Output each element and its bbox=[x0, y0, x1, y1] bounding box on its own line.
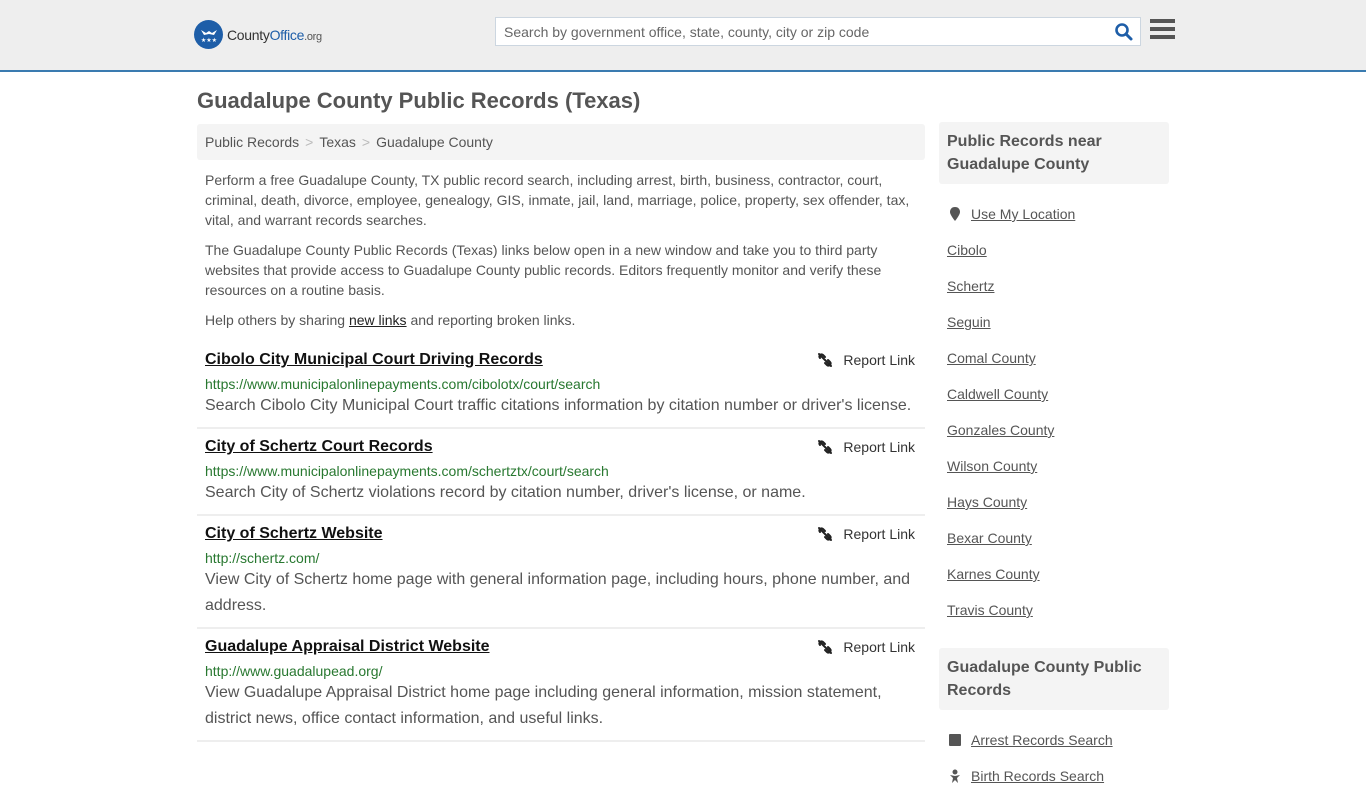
county-records-block: Guadalupe County Public Records Arrest R… bbox=[939, 648, 1169, 794]
page-title: Guadalupe County Public Records (Texas) bbox=[197, 88, 641, 113]
nearby-item: Cibolo bbox=[947, 232, 1161, 268]
result-title-link[interactable]: City of Schertz Court Records bbox=[205, 437, 433, 457]
report-link-button[interactable]: Report Link bbox=[817, 639, 915, 655]
site-logo[interactable]: ★★★ CountyOffice.org bbox=[194, 20, 322, 49]
nearby-link-gonzales-county[interactable]: Gonzales County bbox=[947, 422, 1054, 438]
result-url: http://www.guadalupead.org/ bbox=[205, 663, 383, 679]
broken-link-icon bbox=[818, 353, 833, 367]
breadcrumb-guadalupe-county[interactable]: Guadalupe County bbox=[376, 134, 493, 150]
arrest-records-link[interactable]: Arrest Records Search bbox=[971, 732, 1113, 748]
nearby-link-wilson-county[interactable]: Wilson County bbox=[947, 458, 1037, 474]
result-item: Cibolo City Municipal Court Driving Reco… bbox=[197, 342, 925, 429]
nearby-link-schertz[interactable]: Schertz bbox=[947, 278, 994, 294]
nearby-link-hays-county[interactable]: Hays County bbox=[947, 494, 1027, 510]
breadcrumb-texas[interactable]: Texas bbox=[319, 134, 356, 150]
breadcrumb: Public Records > Texas > Guadalupe County bbox=[197, 124, 925, 160]
breadcrumb-public-records[interactable]: Public Records bbox=[205, 134, 299, 150]
broken-link-icon bbox=[818, 640, 833, 654]
nearby-item: Karnes County bbox=[947, 556, 1161, 592]
intro-paragraph: Help others by sharing new links and rep… bbox=[205, 312, 576, 328]
logo-text: CountyOffice.org bbox=[227, 26, 322, 43]
result-url: https://www.municipalonlinepayments.com/… bbox=[205, 463, 609, 479]
use-location-item: Use My Location bbox=[947, 196, 1161, 232]
nearby-heading: Public Records near Guadalupe County bbox=[939, 122, 1169, 184]
nearby-item: Seguin bbox=[947, 304, 1161, 340]
broken-link-icon bbox=[818, 440, 833, 454]
result-description: Search City of Schertz violations record… bbox=[205, 484, 806, 501]
search-button[interactable] bbox=[1114, 22, 1134, 42]
baby-icon bbox=[947, 769, 963, 783]
eagle-stars-icon: ★★★ bbox=[194, 20, 223, 49]
results-list: Cibolo City Municipal Court Driving Reco… bbox=[197, 342, 925, 742]
nearby-item: Hays County bbox=[947, 484, 1161, 520]
nearby-link-cibolo[interactable]: Cibolo bbox=[947, 242, 987, 258]
result-description: View City of Schertz home page with gene… bbox=[205, 571, 911, 614]
result-title-link[interactable]: Cibolo City Municipal Court Driving Reco… bbox=[205, 350, 543, 370]
nearby-link-comal-county[interactable]: Comal County bbox=[947, 350, 1036, 366]
broken-link-icon bbox=[818, 527, 833, 541]
nearby-link-seguin[interactable]: Seguin bbox=[947, 314, 991, 330]
result-url: https://www.municipalonlinepayments.com/… bbox=[205, 376, 601, 392]
breadcrumb-separator: > bbox=[305, 134, 314, 150]
nearby-item: Schertz bbox=[947, 268, 1161, 304]
nearby-item: Travis County bbox=[947, 592, 1161, 628]
result-item: City of Schertz Court Records Report Lin… bbox=[197, 429, 925, 516]
breadcrumb-separator: > bbox=[361, 134, 371, 150]
map-pin-icon bbox=[947, 207, 963, 221]
intro-paragraph: Perform a free Guadalupe County, TX publ… bbox=[205, 172, 910, 228]
nearby-link-bexar-county[interactable]: Bexar County bbox=[947, 530, 1032, 546]
report-link-button[interactable]: Report Link bbox=[817, 526, 915, 542]
square-icon bbox=[947, 734, 963, 746]
result-url: http://schertz.com/ bbox=[205, 550, 320, 566]
report-link-button[interactable]: Report Link bbox=[817, 352, 915, 368]
svg-text:★★★: ★★★ bbox=[200, 37, 216, 44]
result-title-link[interactable]: City of Schertz Website bbox=[205, 524, 383, 544]
records-item: Arrest Records Search bbox=[947, 722, 1161, 758]
birth-records-link[interactable]: Birth Records Search bbox=[971, 768, 1104, 784]
nearby-item: Caldwell County bbox=[947, 376, 1161, 412]
report-link-button[interactable]: Report Link bbox=[817, 439, 915, 455]
county-records-list: Arrest Records Search Birth Records Sear… bbox=[939, 710, 1169, 794]
result-item: Guadalupe Appraisal District Website Rep… bbox=[197, 629, 925, 742]
nearby-link-karnes-county[interactable]: Karnes County bbox=[947, 566, 1040, 582]
search-icon bbox=[1115, 23, 1133, 41]
intro-text: Perform a free Guadalupe County, TX publ… bbox=[205, 170, 920, 340]
site-header: ★★★ CountyOffice.org bbox=[0, 0, 1366, 72]
result-item: City of Schertz Website Report Link http… bbox=[197, 516, 925, 629]
records-item: Birth Records Search bbox=[947, 758, 1161, 794]
county-records-heading: Guadalupe County Public Records bbox=[939, 648, 1169, 710]
nearby-item: Comal County bbox=[947, 340, 1161, 376]
search-input[interactable] bbox=[496, 18, 1096, 45]
use-my-location-link[interactable]: Use My Location bbox=[971, 206, 1075, 222]
hamburger-menu-icon[interactable] bbox=[1150, 19, 1175, 41]
result-description: View Guadalupe Appraisal District home p… bbox=[205, 684, 882, 727]
intro-paragraph: The Guadalupe County Public Records (Tex… bbox=[205, 242, 882, 298]
result-title-link[interactable]: Guadalupe Appraisal District Website bbox=[205, 637, 490, 657]
new-links-link[interactable]: new links bbox=[349, 312, 407, 328]
search-box bbox=[495, 17, 1141, 46]
nearby-list: Use My Location Cibolo Schertz Seguin Co… bbox=[939, 184, 1169, 628]
sidebar: Public Records near Guadalupe County Use… bbox=[939, 122, 1169, 794]
result-description: Search Cibolo City Municipal Court traff… bbox=[205, 397, 912, 414]
nearby-item: Bexar County bbox=[947, 520, 1161, 556]
nearby-link-caldwell-county[interactable]: Caldwell County bbox=[947, 386, 1048, 402]
nearby-item: Gonzales County bbox=[947, 412, 1161, 448]
nearby-item: Wilson County bbox=[947, 448, 1161, 484]
nearby-link-travis-county[interactable]: Travis County bbox=[947, 602, 1033, 618]
